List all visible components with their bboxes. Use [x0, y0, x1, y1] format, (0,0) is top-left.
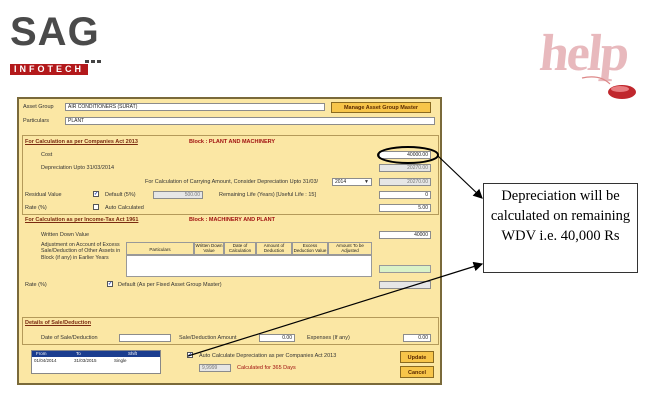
- arrow-from-checkbox: [187, 261, 484, 357]
- cost-highlight-ellipse: [377, 146, 439, 164]
- arrow-to-callout: [437, 155, 483, 199]
- annotation-overlay: [187, 146, 484, 357]
